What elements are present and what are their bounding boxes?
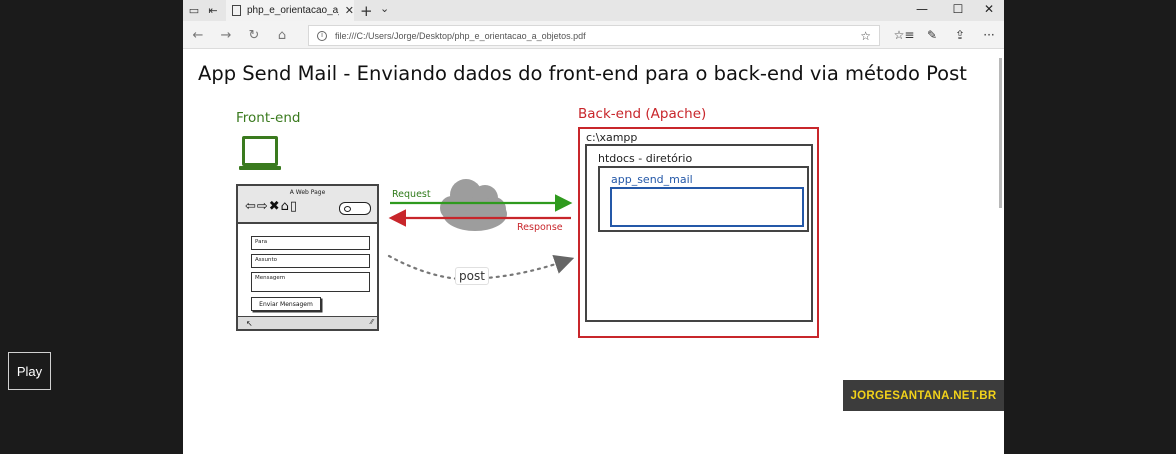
web-page-mockup: A Web Page ⇦⇨✖⌂▯ Para Assunto Mensagem E… <box>236 184 379 331</box>
post-label: post <box>455 267 489 285</box>
tab-close-icon[interactable]: ✕ <box>345 4 354 17</box>
tab-bar: ▭ ⇤ php_e_orientacao_a_obj ✕ + ⌄ — ☐ ✕ <box>183 0 1004 21</box>
mensagem-field: Mensagem <box>251 272 370 292</box>
request-label: Request <box>392 189 431 200</box>
xampp-label: c:\xampp <box>586 131 638 144</box>
scrollbar[interactable] <box>999 58 1002 208</box>
watermark: JORGESANTANA.NET.BR <box>843 380 1004 411</box>
enviar-mensagem-button: Enviar Mensagem <box>251 297 321 311</box>
favorites-hub-icon[interactable]: ☆≡ <box>894 26 915 44</box>
web-page-footer: ↖ ⁄⁄ <box>238 316 377 329</box>
web-page-title: A Web Page <box>289 189 326 196</box>
browser-nav-icons: ⇦⇨✖⌂▯ <box>245 199 299 214</box>
new-tab-button[interactable]: + <box>360 2 373 20</box>
pdf-slide: App Send Mail - Enviando dados do front-… <box>183 50 1004 454</box>
cursor-icon: ↖ <box>246 319 253 328</box>
share-icon[interactable]: ⇪ <box>951 26 969 44</box>
url-text: file:///C:/Users/Jorge/Desktop/php_e_ori… <box>335 30 586 41</box>
cloud-icon <box>440 179 507 231</box>
address-bar[interactable]: i file:///C:/Users/Jorge/Desktop/php_e_o… <box>308 25 880 46</box>
set-aside-tabs-icon[interactable]: ⇤ <box>206 3 220 17</box>
front-end-label: Front-end <box>236 110 301 126</box>
maximize-button[interactable]: ☐ <box>948 2 968 16</box>
refresh-button[interactable]: ↻ <box>245 26 263 44</box>
close-window-button[interactable]: ✕ <box>979 2 999 16</box>
home-button[interactable]: ⌂ <box>273 26 291 44</box>
web-page-header: A Web Page ⇦⇨✖⌂▯ <box>238 186 377 224</box>
minimize-button[interactable]: — <box>912 2 932 16</box>
info-icon[interactable]: i <box>317 30 327 41</box>
navigation-bar: ← → ↻ ⌂ i file:///C:/Users/Jorge/Desktop… <box>183 21 1004 49</box>
htdocs-label: htdocs - diretório <box>598 152 693 165</box>
slide-title: App Send Mail - Enviando dados do front-… <box>198 62 967 85</box>
app-send-mail-label: app_send_mail <box>611 173 693 186</box>
video-player: Play ▭ ⇤ php_e_orientacao_a_obj ✕ + ⌄ — … <box>0 0 1176 454</box>
tab-pdf[interactable]: php_e_orientacao_a_obj ✕ <box>226 0 354 21</box>
browser-window: ▭ ⇤ php_e_orientacao_a_obj ✕ + ⌄ — ☐ ✕ ←… <box>183 0 1004 454</box>
response-label: Response <box>517 222 563 233</box>
app-send-mail-box <box>610 187 804 227</box>
assunto-field: Assunto <box>251 254 370 268</box>
forward-button[interactable]: → <box>217 26 235 44</box>
para-field: Para <box>251 236 370 250</box>
document-icon <box>232 5 241 16</box>
back-end-label: Back-end (Apache) <box>578 106 707 122</box>
resize-icon: ⁄⁄ <box>370 318 373 326</box>
web-notes-icon[interactable]: ✎ <box>923 26 941 44</box>
tab-title: php_e_orientacao_a_obj <box>247 5 339 16</box>
tab-preview-button[interactable]: ⌄ <box>380 2 389 15</box>
back-button[interactable]: ← <box>189 26 207 44</box>
laptop-icon <box>239 136 281 170</box>
tab-actions-icon[interactable]: ▭ <box>187 3 201 17</box>
more-menu-icon[interactable]: ··· <box>980 26 998 44</box>
favorite-star-icon[interactable]: ☆ <box>860 29 871 43</box>
search-icon <box>339 202 371 215</box>
play-button[interactable]: Play <box>8 352 51 390</box>
